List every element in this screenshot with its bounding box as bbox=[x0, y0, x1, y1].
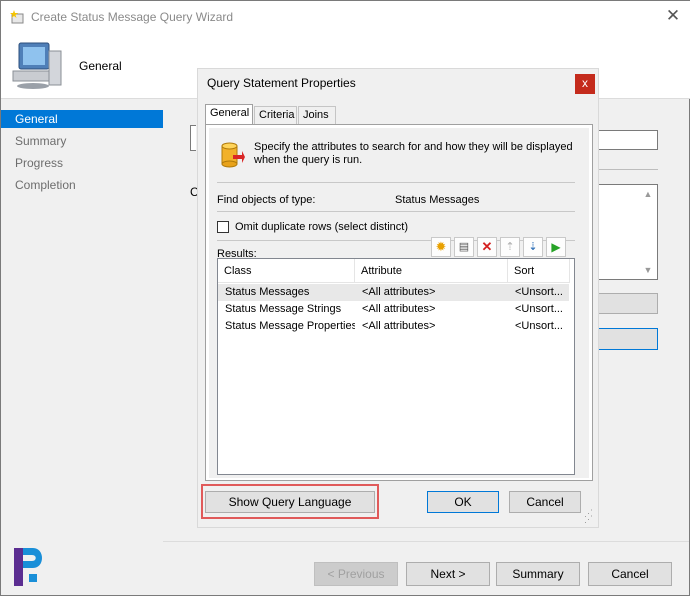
new-attribute-icon[interactable]: ✹ bbox=[431, 237, 451, 257]
resize-grip-icon[interactable]: ⋰ ⋰ bbox=[584, 509, 596, 524]
cell-attribute: <All attributes> bbox=[362, 286, 436, 298]
page-heading: General bbox=[79, 59, 122, 73]
dialog-description: Specify the attributes to search for and… bbox=[254, 141, 573, 166]
next-button[interactable]: Next > bbox=[406, 562, 490, 586]
nav-item-general[interactable]: General bbox=[1, 110, 163, 128]
table-row[interactable]: Status Message Properties <All attribute… bbox=[218, 318, 569, 335]
bg-button-1[interactable] bbox=[598, 293, 658, 314]
object-type-label: Find objects of type: bbox=[217, 194, 316, 206]
cell-attribute: <All attributes> bbox=[362, 320, 436, 332]
column-header-class[interactable]: Class bbox=[218, 259, 355, 283]
cell-sort: <Unsort... bbox=[515, 303, 563, 315]
nav-item-summary[interactable]: Summary bbox=[1, 132, 163, 150]
dialog-title: Query Statement Properties bbox=[207, 76, 356, 90]
ok-button[interactable]: OK bbox=[427, 491, 499, 513]
delete-icon[interactable]: ✕ bbox=[477, 237, 497, 257]
divider-3 bbox=[217, 240, 575, 241]
omit-duplicates-checkbox[interactable] bbox=[217, 221, 229, 233]
summary-button[interactable]: Summary bbox=[496, 562, 580, 586]
tab-criteria[interactable]: Criteria bbox=[254, 106, 297, 124]
bg-divider bbox=[598, 169, 658, 170]
table-row[interactable]: Status Messages <All attributes> <Unsort… bbox=[218, 284, 569, 301]
window-title: Create Status Message Query Wizard bbox=[31, 10, 234, 24]
wizard-star-icon bbox=[10, 10, 24, 24]
run-query-icon[interactable]: ▶ bbox=[546, 237, 566, 257]
divider-2 bbox=[217, 211, 575, 212]
tab-panel: Specify the attributes to search for and… bbox=[205, 124, 593, 481]
cell-sort: <Unsort... bbox=[515, 320, 563, 332]
scroll-down-icon[interactable]: ▼ bbox=[641, 265, 655, 277]
nav-item-progress[interactable]: Progress bbox=[1, 154, 163, 172]
bg-name-field[interactable] bbox=[598, 130, 658, 150]
general-tab-content: Specify the attributes to search for and… bbox=[209, 128, 589, 478]
nav-item-completion[interactable]: Completion bbox=[1, 176, 163, 194]
dialog-close-button[interactable]: x bbox=[575, 74, 595, 94]
computer-icon bbox=[12, 42, 62, 89]
bg-button-2[interactable] bbox=[598, 328, 658, 350]
tab-joins[interactable]: Joins bbox=[298, 106, 336, 124]
divider-1 bbox=[217, 182, 575, 183]
cell-sort: <Unsort... bbox=[515, 286, 563, 298]
scroll-up-icon[interactable]: ▲ bbox=[641, 189, 655, 201]
title-bar: Create Status Message Query Wizard ✕ bbox=[1, 1, 690, 33]
cell-attribute: <All attributes> bbox=[362, 303, 436, 315]
bg-comment-box[interactable]: ▲ ▼ bbox=[598, 184, 658, 280]
cell-class: Status Messages bbox=[225, 286, 310, 298]
cell-class: Status Message Strings bbox=[225, 303, 342, 315]
bg-field-left-edge bbox=[190, 125, 196, 151]
window-close-button[interactable]: ✕ bbox=[661, 5, 685, 27]
prajwal-logo-icon bbox=[14, 548, 42, 586]
previous-button[interactable]: < Previous bbox=[314, 562, 398, 586]
cancel-button[interactable]: Cancel bbox=[588, 562, 672, 586]
omit-duplicates-label: Omit duplicate rows (select distinct) bbox=[235, 221, 408, 233]
tab-general[interactable]: General bbox=[205, 104, 253, 125]
query-statement-dialog: Query Statement Properties x General Cri… bbox=[197, 68, 599, 528]
cell-class: Status Message Properties bbox=[225, 320, 355, 332]
annotation-highlight-box bbox=[201, 484, 379, 519]
query-cylinder-icon bbox=[221, 142, 245, 168]
move-up-icon[interactable]: ⇡ bbox=[500, 237, 520, 257]
move-down-icon[interactable]: ⇣ bbox=[523, 237, 543, 257]
bottom-separator bbox=[163, 541, 689, 542]
column-header-attribute[interactable]: Attribute bbox=[355, 259, 508, 283]
properties-icon[interactable]: ▤ bbox=[454, 237, 474, 257]
wizard-nav: General Summary Progress Completion bbox=[1, 101, 163, 541]
object-type-value: Status Messages bbox=[395, 194, 480, 206]
column-header-sort[interactable]: Sort bbox=[508, 259, 570, 283]
dialog-cancel-button[interactable]: Cancel bbox=[509, 491, 581, 513]
results-list[interactable]: Class Attribute Sort Status Messages <Al… bbox=[217, 258, 575, 475]
table-row[interactable]: Status Message Strings <All attributes> … bbox=[218, 301, 569, 318]
